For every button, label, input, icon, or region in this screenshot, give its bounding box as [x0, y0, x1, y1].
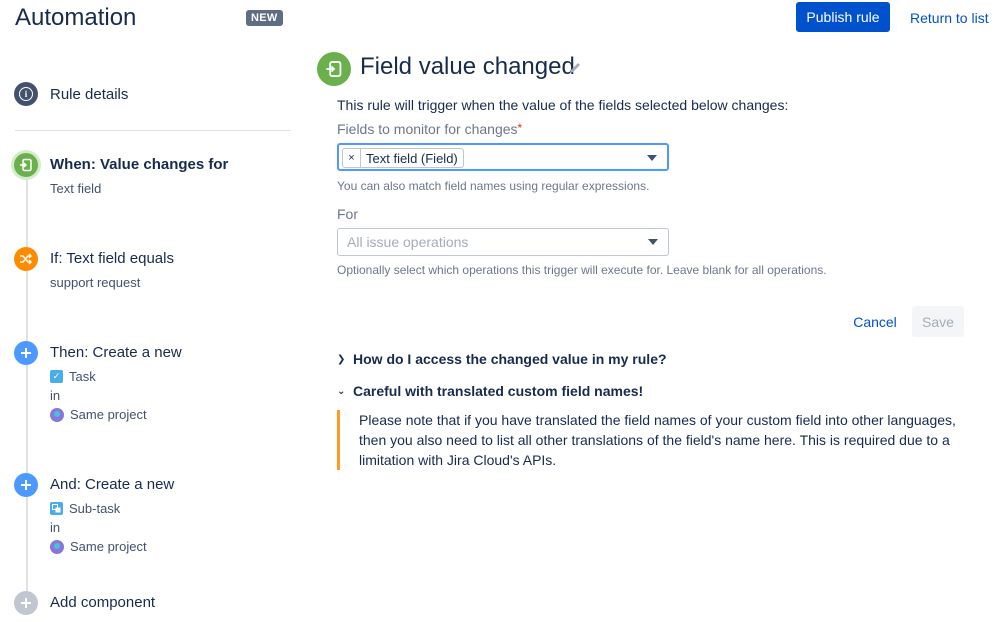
operations-placeholder: All issue operations [347, 234, 469, 250]
step-connector: in [50, 520, 61, 535]
fields-select[interactable]: × Text field (Field) [337, 143, 669, 171]
required-mark: * [517, 121, 523, 135]
timeline-line [26, 170, 28, 615]
task-checkbox-icon: ✓ [50, 370, 63, 383]
chip-label: Text field (Field) [366, 150, 458, 166]
project-avatar-icon [50, 539, 64, 554]
step-detail: support request [50, 275, 141, 290]
plus-icon [14, 341, 38, 365]
chevron-right-icon: ❯ [337, 353, 346, 365]
cancel-button[interactable]: Cancel [846, 307, 904, 337]
add-component-label: Add component [50, 594, 156, 611]
chevron-down-icon[interactable] [647, 155, 657, 161]
rule-details-label: Rule details [50, 85, 129, 103]
chevron-down-icon[interactable] [648, 239, 658, 245]
step-title: Then: Create a new [50, 344, 182, 361]
accordion-label: Careful with translated custom field nam… [353, 383, 644, 399]
selected-field-chip: × Text field (Field) [342, 148, 464, 168]
trigger-description: This rule will trigger when the value of… [337, 97, 789, 113]
accordion-label: How do I access the changed value in my … [353, 351, 667, 367]
shuffle-icon [14, 247, 38, 271]
step-title: When: Value changes for [50, 156, 229, 173]
step-title: If: Text field equals [50, 250, 174, 267]
step-title: And: Create a new [50, 476, 175, 493]
warning-note: Please note that if you have translated … [337, 410, 967, 470]
sidebar-divider [15, 130, 291, 131]
trigger-icon [14, 153, 38, 177]
subtask-icon [50, 502, 63, 515]
step-target: Same project [50, 407, 147, 422]
chevron-down-icon: ⌄ [337, 385, 346, 397]
operations-help: Optionally select which operations this … [337, 263, 827, 277]
step-connector: in [50, 388, 61, 403]
add-icon [14, 591, 38, 615]
operations-select[interactable]: All issue operations [337, 228, 669, 256]
info-icon: i [14, 82, 38, 106]
plus-icon [14, 473, 38, 497]
fields-label: Fields to monitor for changes* [337, 121, 522, 137]
step-detail: Text field [50, 181, 102, 196]
rule-details-item[interactable]: i Rule details [14, 82, 128, 106]
target-project-label: Same project [70, 539, 147, 554]
issue-type-label: Sub-task [69, 501, 121, 516]
project-avatar-icon [50, 407, 64, 422]
accordion-changed-value[interactable]: ❯ How do I access the changed value in m… [337, 351, 667, 367]
page-title: Field value changed [360, 53, 575, 80]
return-to-list-link[interactable]: Return to list [910, 10, 989, 26]
rule-sidebar: i Rule details When: Value changes for T… [0, 0, 300, 622]
publish-rule-button[interactable]: Publish rule [796, 2, 890, 32]
step-detail: ✓ Task [50, 369, 96, 384]
step-target: Same project [50, 539, 147, 554]
chip-remove-icon[interactable]: × [343, 149, 361, 167]
fields-label-text: Fields to monitor for changes [337, 121, 518, 137]
fields-help: You can also match field names using reg… [337, 179, 650, 193]
edit-pencil-icon[interactable] [568, 61, 582, 75]
for-label: For [337, 206, 358, 222]
save-button[interactable]: Save [912, 306, 964, 337]
target-project-label: Same project [70, 407, 147, 422]
trigger-icon [317, 52, 351, 86]
step-detail: Sub-task [50, 501, 120, 516]
accordion-translated-names[interactable]: ⌄ Careful with translated custom field n… [337, 383, 643, 399]
issue-type-label: Task [69, 369, 96, 384]
